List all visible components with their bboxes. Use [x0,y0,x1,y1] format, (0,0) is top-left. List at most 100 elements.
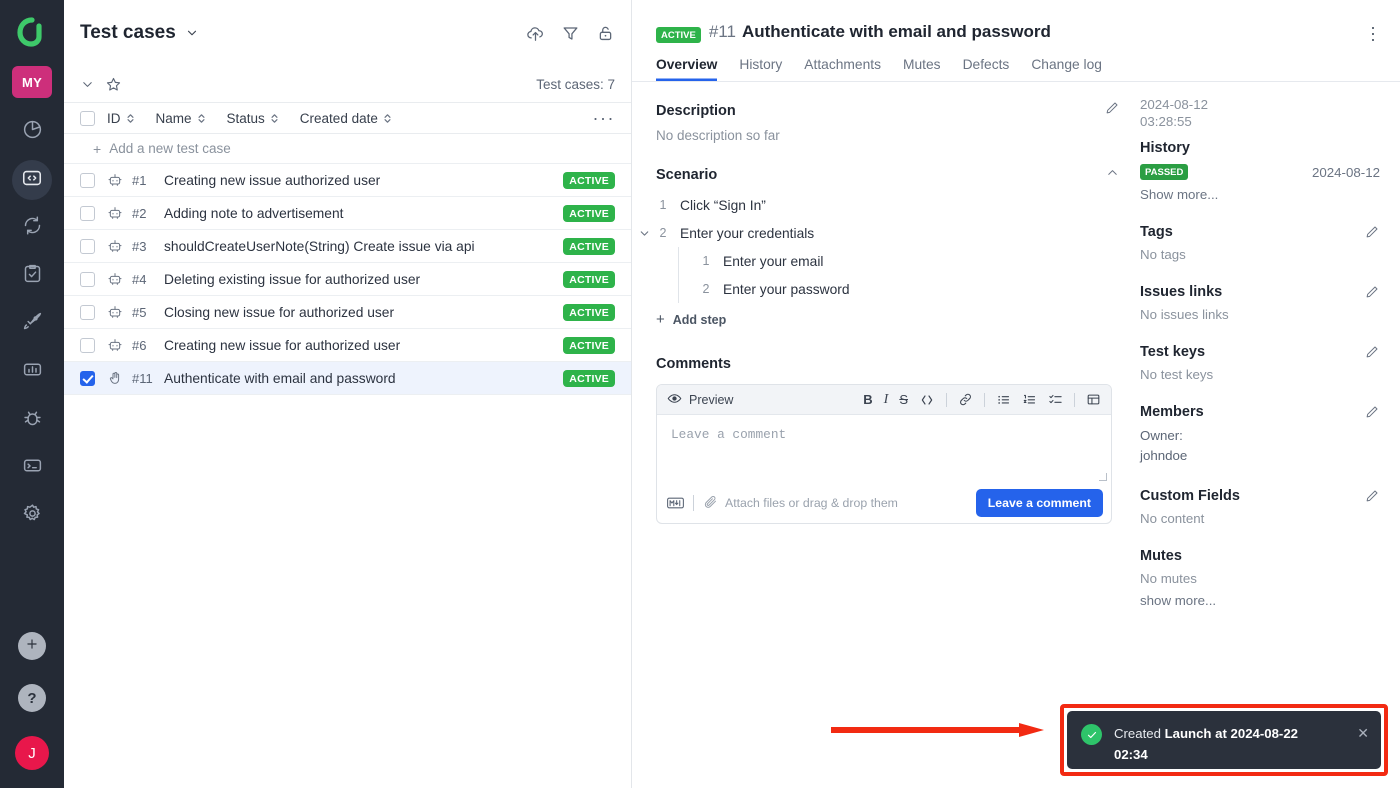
meta-section-value: No tags [1140,247,1186,262]
table-icon[interactable] [1086,392,1101,407]
robot-icon [107,238,123,254]
tab-attachments[interactable]: Attachments [804,57,881,81]
close-icon[interactable]: ✕ [1357,726,1369,740]
sidebar-item-defects[interactable] [12,400,52,440]
sidebar-item-settings[interactable] [12,496,52,536]
table-row[interactable]: #4 Deleting existing issue for authorized… [64,263,631,296]
filter-funnel-icon[interactable] [561,24,580,43]
custom-fields-header: Custom Fields [1140,488,1400,504]
code-icon[interactable] [919,393,935,407]
row-id: #3 [132,238,147,254]
scenario-header: Scenario [656,165,1132,185]
history-show-more[interactable]: Show more... [1140,187,1400,202]
robot-icon [107,271,123,287]
sidebar-item-automation-runs[interactable] [12,208,52,248]
table-row[interactable]: #3 shouldCreateUserNote(String) Create is… [64,230,631,263]
row-checkbox[interactable] [80,370,95,386]
row-checkbox[interactable] [80,337,95,353]
created-time: 03:28:55 [1140,114,1192,129]
add-new-test-case-row[interactable]: + Add a new test case [64,134,631,164]
table-row[interactable]: #1 Creating new issue authorized user ACTI… [64,164,631,197]
table-row[interactable]: #6 Creating new issue for authorized user… [64,329,631,362]
rail-item-list [12,112,52,544]
markdown-icon[interactable] [667,497,684,509]
column-header-id[interactable]: ID [107,111,136,126]
pie-chart-icon [22,119,43,145]
avatar[interactable]: J [15,736,49,770]
attach-files-button[interactable]: Attach files or drag & drop them [703,494,898,512]
chevron-down-icon[interactable] [80,77,95,92]
checklist-icon[interactable] [1048,392,1063,407]
sidebar-item-test-plans[interactable] [12,256,52,296]
add-button[interactable] [18,632,46,660]
column-header-created-date[interactable]: Created date [300,111,393,126]
history-row[interactable]: PASSED 2024-08-12 [1140,164,1400,180]
strikethrough-icon[interactable]: S [899,392,908,407]
numbered-list-icon[interactable] [1022,392,1037,407]
mutes-show-more[interactable]: show more... [1140,593,1400,608]
column-header-status[interactable]: Status [227,111,280,126]
sidebar-item-console[interactable] [12,448,52,488]
preview-toggle[interactable]: Preview [667,391,733,409]
tab-change-log[interactable]: Change log [1031,57,1102,81]
tab-defects[interactable]: Defects [963,57,1010,81]
custom-fields-value: No content [1140,511,1205,526]
help-button[interactable]: ? [18,684,46,712]
star-icon[interactable] [105,76,122,93]
pencil-icon[interactable] [1364,344,1380,360]
column-header-name[interactable]: Name [156,111,207,126]
pencil-icon[interactable] [1364,224,1380,240]
meta-section: Issues links No issues links [1140,284,1400,322]
italic-icon[interactable]: I [884,392,889,408]
comment-input[interactable]: Leave a comment [657,415,1111,483]
pencil-icon[interactable] [1364,404,1380,420]
meta-section-header: Test keys [1140,344,1400,360]
row-checkbox[interactable] [80,271,95,287]
scenario-substep[interactable]: 2 Enter your password [679,275,1132,303]
table-row[interactable]: #5 Closing new issue for authorized user A… [64,296,631,329]
select-all-checkbox[interactable] [80,110,95,126]
resize-handle[interactable] [1099,473,1107,481]
row-checkbox[interactable] [80,304,95,320]
tab-history[interactable]: History [739,57,782,81]
bullet-list-icon[interactable] [996,392,1011,407]
scenario-substep[interactable]: 1 Enter your email [679,247,1132,275]
pencil-icon[interactable] [1364,284,1380,300]
rocket-icon [22,311,43,337]
row-name: Creating new issue authorized user [164,172,381,188]
cloud-upload-icon[interactable] [526,24,545,43]
row-name: Deleting existing issue for authorized u… [164,271,421,287]
row-checkbox[interactable] [80,238,95,254]
vertical-dots-icon[interactable]: · · · [1370,18,1376,48]
left-nav-rail: MY ? J [0,0,64,788]
scenario-step[interactable]: 1 Click “Sign In” [656,191,1132,219]
paperclip-icon [703,494,718,512]
detail-body: Description No description so far Scenar… [632,82,1400,788]
sidebar-item-launches[interactable] [12,304,52,344]
leave-comment-button[interactable]: Leave a comment [975,489,1103,517]
add-step-button[interactable]: + Add step [656,311,1132,328]
sidebar-item-dashboards[interactable] [12,112,52,152]
chevron-down-icon[interactable] [638,227,651,240]
table-row[interactable]: #2 Adding note to advertisement ACTIVE [64,197,631,230]
tab-mutes[interactable]: Mutes [903,57,941,81]
sidebar-item-test-cases[interactable] [12,160,52,200]
pencil-icon[interactable] [1364,488,1380,504]
table-row[interactable]: #11 Authenticate with email and password A… [64,362,631,395]
chevron-up-icon[interactable] [1105,165,1120,185]
row-checkbox[interactable] [80,205,95,221]
row-checkbox[interactable] [80,172,95,188]
pencil-icon[interactable] [1104,100,1120,121]
chevron-down-icon[interactable] [185,26,199,40]
scenario-step[interactable]: 2 Enter your credentials [640,219,1132,247]
link-icon[interactable] [958,392,973,407]
meta-section: Tags No tags [1140,224,1400,262]
column-options-button[interactable]: ··· [593,109,615,127]
unlock-icon[interactable] [596,24,615,43]
sidebar-item-analytics[interactable] [12,352,52,392]
add-new-test-case-label: Add a new test case [109,141,231,156]
project-badge[interactable]: MY [12,66,52,98]
row-status-badge: ACTIVE [563,171,615,189]
tab-overview[interactable]: Overview [656,57,717,81]
bold-icon[interactable]: B [863,392,872,407]
